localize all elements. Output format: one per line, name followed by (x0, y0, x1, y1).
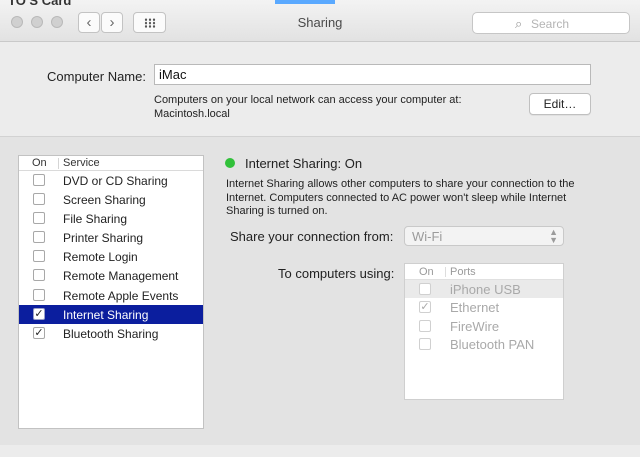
service-label: Internet Sharing (63, 307, 149, 322)
computer-name-description: Computers on your local network can acce… (154, 93, 462, 121)
service-list: On Service DVD or CD Sharing Screen Shar… (18, 155, 204, 429)
service-checkbox[interactable]: ✓ (33, 326, 45, 339)
port-row-firewire: FireWire (405, 317, 563, 335)
header-separator (58, 158, 59, 169)
updown-arrow-icon: ▲ ▼ (549, 227, 558, 245)
service-row-dvd-cd-sharing[interactable]: DVD or CD Sharing (19, 171, 203, 190)
to-computers-label: To computers using: (278, 266, 395, 281)
service-row-internet-sharing[interactable]: ✓ Internet Sharing (19, 304, 203, 324)
port-label: Ethernet (450, 300, 500, 316)
service-label: DVD or CD Sharing (63, 174, 168, 188)
service-row-file-sharing[interactable]: File Sharing (19, 209, 203, 228)
service-list-header: On Service (19, 156, 203, 171)
window-footer (0, 445, 640, 457)
port-row-iphone-usb: iPhone USB (405, 280, 563, 299)
header-service: Service (63, 157, 100, 169)
share-from-popup[interactable]: Wi-Fi ▲ ▼ (404, 226, 564, 246)
computer-name-label: Computer Name: (47, 69, 146, 84)
port-label: Bluetooth PAN (450, 336, 535, 352)
service-label: Remote Management (63, 269, 179, 284)
service-checkbox[interactable] (33, 288, 45, 301)
service-label: Screen Sharing (63, 193, 146, 208)
local-hostname: Macintosh.local (154, 108, 230, 120)
service-row-bluetooth-sharing[interactable]: ✓ Bluetooth Sharing (19, 324, 203, 343)
port-checkbox (419, 283, 431, 295)
computer-name-input[interactable]: iMac (154, 64, 591, 85)
port-label: FireWire (450, 318, 500, 334)
ports-list: On Ports iPhone USB ✓ Ethernet FireWire … (404, 263, 564, 400)
service-checkbox[interactable] (33, 174, 45, 186)
ports-list-header: On Ports (405, 264, 563, 280)
computer-name-section: Computer Name: iMac Computers on your lo… (0, 43, 640, 136)
service-label: File Sharing (63, 212, 128, 227)
service-row-remote-login[interactable]: Remote Login (19, 247, 203, 266)
port-row-bluetooth-pan: Bluetooth PAN (405, 335, 563, 353)
port-label: iPhone USB (450, 282, 521, 297)
search-field[interactable]: ⌕ Search (472, 12, 630, 34)
service-checkbox[interactable] (33, 212, 45, 225)
port-row-ethernet: ✓ Ethernet (405, 298, 563, 316)
background-window-accent (275, 0, 335, 4)
edit-button[interactable]: Edit… (529, 93, 591, 115)
port-checkbox (419, 337, 431, 350)
port-checkbox: ✓ (419, 301, 431, 314)
service-label: Bluetooth Sharing (63, 326, 159, 341)
background-window-title: TO S Card (8, 0, 72, 8)
service-row-printer-sharing[interactable]: Printer Sharing (19, 228, 203, 247)
share-from-label: Share your connection from: (230, 229, 394, 244)
port-checkbox (419, 319, 431, 332)
service-description: Internet Sharing allows other computers … (226, 178, 575, 217)
service-row-screen-sharing[interactable]: Screen Sharing (19, 190, 203, 209)
search-placeholder: Search (531, 17, 570, 31)
service-label: Printer Sharing (63, 231, 144, 246)
service-checkbox[interactable] (33, 231, 45, 244)
ports-header-ports: Ports (450, 266, 476, 278)
service-checkbox[interactable]: ✓ (33, 307, 45, 320)
ports-header-on: On (419, 266, 434, 278)
header-on: On (32, 157, 47, 169)
service-checkbox[interactable] (33, 193, 45, 206)
service-row-remote-apple-events[interactable]: Remote Apple Events (19, 286, 203, 305)
window-titlebar: TO S Card ‹ › Sharing ⌕ Search (0, 0, 640, 42)
service-checkbox[interactable] (33, 269, 45, 282)
description-line: Computers on your local network can acce… (154, 94, 462, 106)
share-from-value: Wi-Fi (412, 229, 443, 244)
service-row-remote-management[interactable]: Remote Management (19, 266, 203, 285)
search-icon: ⌕ (515, 16, 523, 31)
header-separator (445, 267, 446, 277)
status-title: Internet Sharing: On (245, 156, 363, 171)
service-label: Remote Login (63, 250, 138, 265)
service-checkbox[interactable] (33, 250, 45, 263)
service-label: Remote Apple Events (63, 288, 179, 303)
status-indicator-icon (225, 158, 235, 168)
